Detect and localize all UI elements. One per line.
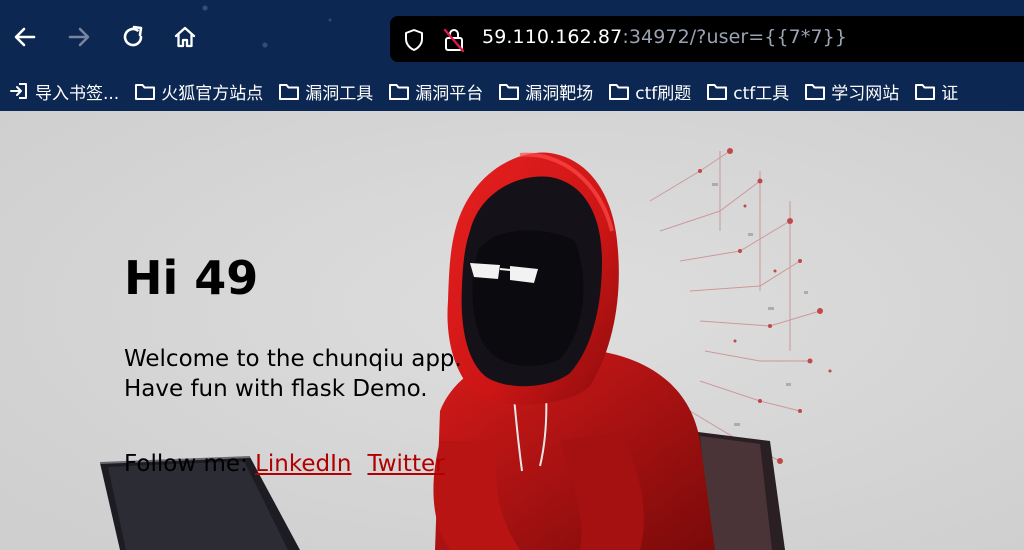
folder-icon — [135, 84, 156, 100]
bookmarks-toolbar: 导入书签... 火狐官方站点 漏洞工具 漏洞平台 漏洞靶场 ctf刷题 ctf工… — [0, 71, 1024, 111]
bookmark-label: 证 — [941, 83, 959, 104]
welcome-text: Welcome to the chunqiu app. Have fun wit… — [124, 344, 462, 404]
folder-icon — [279, 84, 300, 100]
url-text[interactable]: 59.110.162.87:34972/?user={{7*7}} — [482, 26, 847, 48]
bookmark-folder[interactable]: 漏洞靶场 — [490, 76, 600, 106]
bookmark-folder[interactable]: ctf工具 — [698, 76, 796, 106]
folder-icon — [499, 84, 520, 100]
greeting-heading: Hi 49 — [124, 251, 259, 305]
bookmark-folder[interactable]: 证 — [906, 76, 965, 106]
folder-icon — [389, 84, 410, 100]
bookmark-label: ctf工具 — [733, 83, 790, 104]
bookmark-label: ctf刷题 — [635, 83, 692, 104]
import-icon — [10, 83, 27, 99]
page-body: Hi 49 Welcome to the chunqiu app. Have f… — [0, 111, 1024, 550]
bookmark-folder[interactable]: 漏洞工具 — [270, 76, 380, 106]
bookmark-import[interactable]: 导入书签... — [0, 76, 126, 106]
bookmark-label: 漏洞靶场 — [525, 83, 594, 104]
folder-icon — [707, 84, 728, 100]
welcome-line-1: Welcome to the chunqiu app. — [124, 346, 462, 372]
hooded-hacker-illustration — [0, 111, 1024, 550]
home-icon — [174, 26, 196, 48]
home-button[interactable] — [170, 22, 200, 52]
bookmark-folder[interactable]: 学习网站 — [796, 76, 906, 106]
bookmark-label: 导入书签... — [35, 83, 120, 104]
bookmark-label: 火狐官方站点 — [161, 83, 264, 104]
folder-icon — [609, 84, 630, 100]
reload-icon — [123, 25, 143, 47]
folder-icon — [805, 84, 826, 100]
forward-button[interactable] — [64, 22, 94, 52]
insecure-lock-icon[interactable] — [442, 27, 466, 53]
linkedin-link[interactable]: LinkedIn — [255, 451, 351, 477]
follow-label: Follow me: — [124, 451, 256, 477]
twitter-link[interactable]: Twitter — [367, 451, 444, 477]
forward-arrow-icon — [68, 27, 90, 47]
browser-toolbar: 59.110.162.87:34972/?user={{7*7}} — [0, 0, 1024, 71]
welcome-line-2: Have fun with flask Demo. — [124, 376, 428, 402]
bookmark-folder[interactable]: 漏洞平台 — [380, 76, 490, 106]
back-button[interactable] — [10, 22, 40, 52]
bookmark-label: 学习网站 — [831, 83, 900, 104]
url-host: 59.110.162.87 — [482, 26, 623, 48]
bookmark-label: 漏洞工具 — [305, 83, 374, 104]
shield-icon[interactable] — [402, 28, 426, 52]
social-links: Follow me: LinkedIn Twitter — [124, 451, 445, 477]
reload-button[interactable] — [118, 22, 148, 52]
bookmark-folder[interactable]: ctf刷题 — [600, 76, 698, 106]
folder-icon — [915, 84, 936, 100]
url-path-query: :34972/?user={{7*7}} — [622, 26, 848, 48]
address-bar[interactable]: 59.110.162.87:34972/?user={{7*7}} — [390, 16, 1024, 62]
bookmark-folder[interactable]: 火狐官方站点 — [126, 76, 270, 106]
bookmark-label: 漏洞平台 — [415, 83, 484, 104]
back-arrow-icon — [14, 27, 36, 47]
